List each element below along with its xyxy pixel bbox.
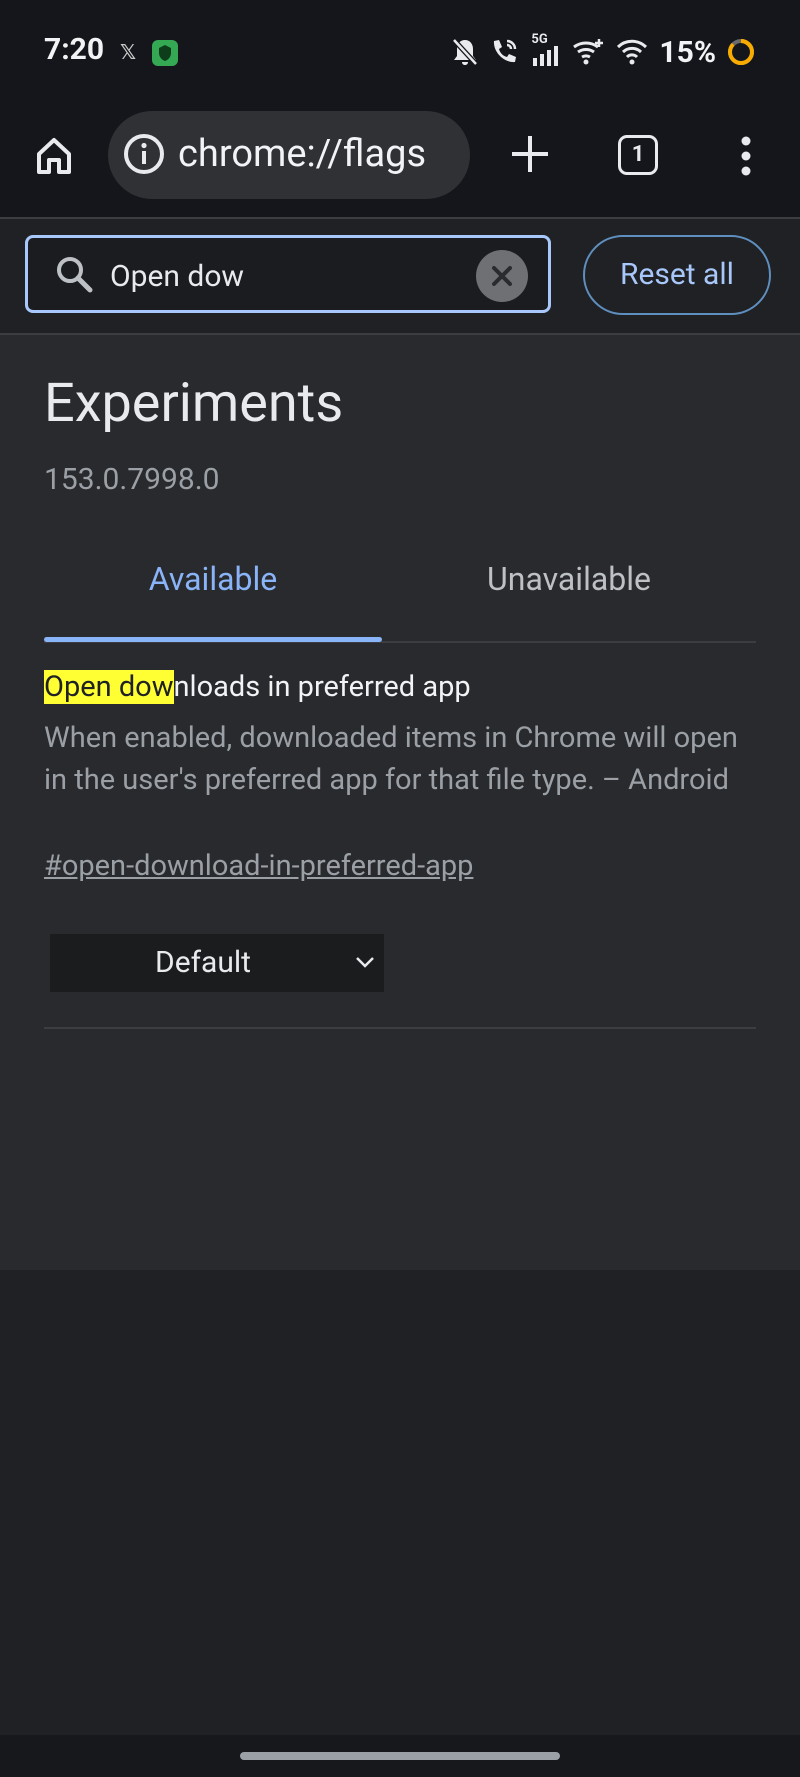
page-title: Experiments [44, 372, 344, 435]
flag-divider [44, 1027, 756, 1029]
url-text[interactable]: chrome://flags [178, 130, 426, 178]
close-icon [492, 266, 512, 286]
wifi-plus-icon [573, 39, 604, 65]
reset-all-button[interactable]: Reset all [583, 235, 771, 315]
tab-unavailable[interactable]: Unavailable [400, 560, 738, 598]
search-icon [54, 254, 94, 294]
x-app-icon: 𝕏 [120, 40, 137, 64]
network-type: 5G [531, 32, 548, 47]
toolbar-divider [0, 217, 800, 219]
signal-5g-icon: 5G [531, 32, 561, 68]
home-icon [37, 138, 71, 174]
tab-available[interactable]: Available [44, 560, 382, 598]
chevron-down-icon [354, 954, 376, 970]
battery-percentage: 15% [659, 34, 716, 70]
search-input[interactable] [110, 254, 460, 298]
flag-permalink[interactable]: #open-download-in-preferred-app [44, 849, 473, 883]
flag-state-value[interactable]: Default [50, 934, 356, 992]
wifi-calling-icon [494, 39, 517, 63]
active-tab-indicator [44, 637, 382, 642]
flag-description: When enabled, downloaded items in Chrome… [44, 721, 738, 797]
status-time: 7:20 [44, 32, 105, 67]
status-icons: 5G 15% [451, 30, 756, 74]
tab-switcher-button[interactable]: 1 [618, 135, 658, 175]
kebab-menu-icon [741, 136, 751, 176]
flag-title-rest: nloads in preferred app [173, 670, 471, 704]
search-match-highlight: Open dow [44, 670, 174, 704]
plus-icon [512, 136, 548, 172]
chrome-version: 153.0.7998.0 [44, 462, 220, 497]
clear-search-button[interactable] [476, 250, 528, 302]
info-icon[interactable] [122, 132, 166, 176]
home-button[interactable] [30, 128, 78, 184]
vpn-shield-icon [152, 40, 178, 66]
new-tab-button[interactable] [508, 132, 552, 176]
flag-title: Open downloads in preferred app [44, 670, 471, 704]
mute-icon [452, 38, 479, 66]
more-menu-button[interactable] [740, 136, 752, 176]
wifi-icon [617, 39, 648, 65]
battery-ring-icon [728, 39, 754, 65]
gesture-home-indicator[interactable] [240, 1752, 560, 1760]
